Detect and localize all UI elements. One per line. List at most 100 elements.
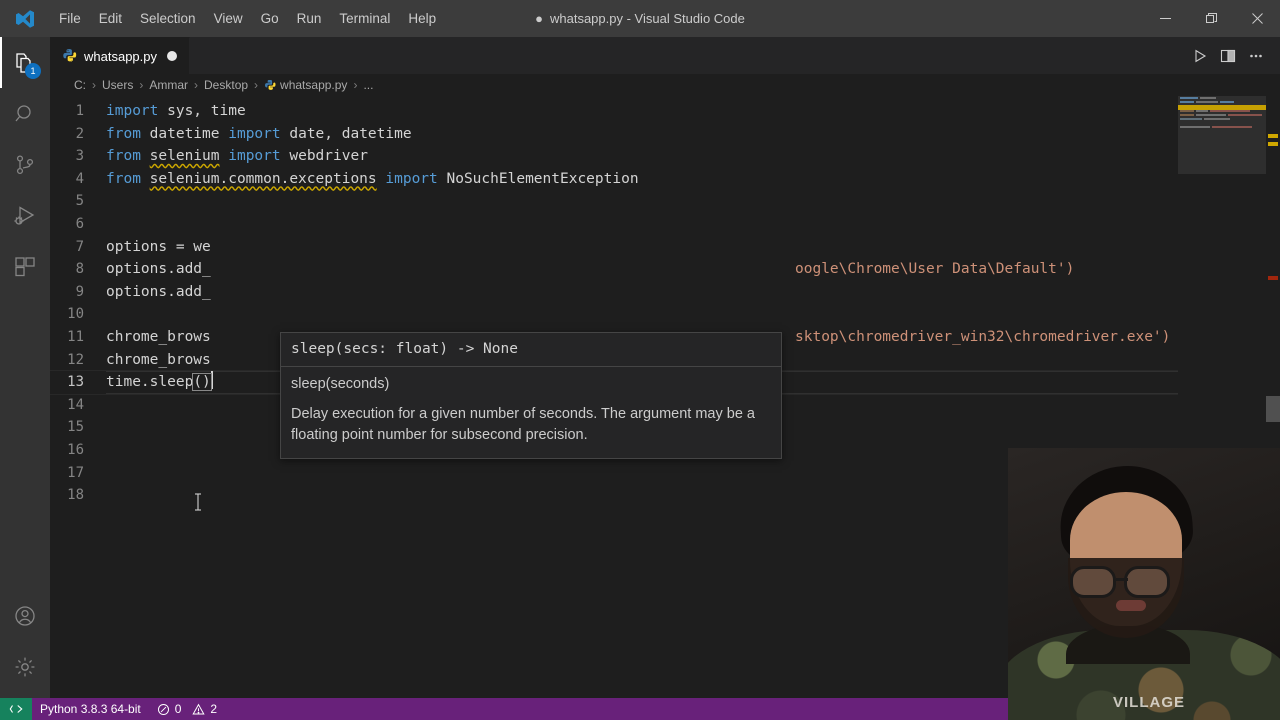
line-content: from datetime import date, datetime xyxy=(106,125,412,142)
text-caret xyxy=(210,371,213,390)
line8-tail: oogle\Chrome\User Data\Default') xyxy=(795,261,1075,278)
menu-help[interactable]: Help xyxy=(399,0,445,37)
code-line[interactable]: 3 from selenium import webdriver xyxy=(50,145,1280,168)
line-content: chrome_brows xyxy=(106,328,211,345)
breadcrumb-item-file[interactable]: whatsapp.py xyxy=(264,78,347,92)
line-number: 5 xyxy=(75,193,84,210)
menu-file[interactable]: File xyxy=(50,0,90,37)
status-python-version[interactable]: Python 3.8.3 64-bit xyxy=(32,698,149,720)
code-line[interactable]: 6 xyxy=(50,213,1280,236)
tab-dirty-indicator-icon[interactable] xyxy=(167,51,177,61)
line-number: 9 xyxy=(75,283,84,300)
sidebar-item-extensions[interactable] xyxy=(0,241,50,292)
breadcrumb-item-desktop[interactable]: Desktop xyxy=(204,78,248,92)
breadcrumb: C: › Users › Ammar › Desktop › whatsapp.… xyxy=(50,74,1280,96)
breadcrumb-separator-icon: › xyxy=(353,78,358,92)
scrollbar-thumb[interactable] xyxy=(1266,396,1280,422)
sidebar-item-source-control[interactable] xyxy=(0,139,50,190)
breadcrumb-item-symbols[interactable]: ... xyxy=(363,78,373,92)
play-icon[interactable] xyxy=(1186,42,1214,70)
error-icon xyxy=(157,703,170,716)
line-content: options.add_ xyxy=(106,261,211,278)
code-line[interactable]: 9 options.add_ xyxy=(50,281,1280,304)
warning-icon xyxy=(192,703,206,716)
line-number: 13 xyxy=(67,374,84,391)
breadcrumb-file-label: whatsapp.py xyxy=(280,78,348,92)
webcam-glasses-left-lens xyxy=(1070,566,1116,598)
breadcrumb-item-drive[interactable]: C: xyxy=(74,78,86,92)
tab-label: whatsapp.py xyxy=(84,48,157,64)
warning-count: 2 xyxy=(210,702,218,716)
close-button[interactable] xyxy=(1234,0,1280,37)
webcam-mouth xyxy=(1116,600,1146,611)
code-line[interactable]: 5 xyxy=(50,190,1280,213)
hover-body: sleep(seconds) Delay execution for a giv… xyxy=(281,367,781,458)
overview-warning-mark xyxy=(1268,134,1278,138)
line-number: 14 xyxy=(67,396,84,413)
tab-whatsapp-py[interactable]: whatsapp.py xyxy=(50,37,190,74)
line-number: 6 xyxy=(75,215,84,232)
breadcrumb-separator-icon: › xyxy=(254,78,259,92)
menu-view[interactable]: View xyxy=(205,0,252,37)
restore-button[interactable] xyxy=(1188,0,1234,37)
line-content: time.sleep() xyxy=(106,371,213,394)
minimap-highlight xyxy=(1178,105,1266,110)
breadcrumb-item-ammar[interactable]: Ammar xyxy=(149,78,188,92)
line-number: 3 xyxy=(75,148,84,165)
mouse-ibeam-cursor-icon xyxy=(193,492,203,512)
gear-icon[interactable] xyxy=(0,641,50,692)
vscode-logo-icon xyxy=(0,0,50,37)
line-number: 1 xyxy=(75,103,84,119)
menu-go[interactable]: Go xyxy=(252,0,288,37)
line-number: 4 xyxy=(75,170,84,187)
code-line[interactable]: 2 from datetime import date, datetime xyxy=(50,123,1280,146)
webcam-overlay: VILLAGE xyxy=(1008,448,1280,720)
line11-tail: sktop\chromedriver_win32\chromedriver.ex… xyxy=(795,328,1171,345)
activity-bar-bottom xyxy=(0,590,50,700)
line-content: options.add_ xyxy=(106,283,211,300)
python-file-icon xyxy=(63,49,77,62)
code-line[interactable]: 4 from selenium.common.exceptions import… xyxy=(50,168,1280,191)
breadcrumb-separator-icon: › xyxy=(194,78,199,92)
code-line[interactable]: 1 import sys, time xyxy=(50,100,1280,123)
tab-bar: whatsapp.py xyxy=(50,37,1280,74)
remote-window-icon[interactable] xyxy=(0,698,32,720)
split-editor-icon[interactable] xyxy=(1214,42,1242,70)
line-content: chrome_brows xyxy=(106,351,211,368)
breadcrumb-separator-icon: › xyxy=(139,78,144,92)
webcam-glasses-bridge xyxy=(1116,578,1128,581)
unsaved-indicator-icon: ● xyxy=(535,11,543,26)
code-line[interactable]: 7 options = we xyxy=(50,236,1280,259)
line-number: 18 xyxy=(67,487,84,504)
overview-error-mark xyxy=(1268,276,1278,280)
webcam-glasses-right-lens xyxy=(1124,566,1170,598)
window-controls xyxy=(1142,0,1280,37)
line-number: 10 xyxy=(67,306,84,323)
code-line[interactable]: 10 xyxy=(50,303,1280,326)
editor-actions xyxy=(1186,37,1280,74)
sidebar-item-run-and-debug[interactable] xyxy=(0,190,50,241)
webcam-shirt-text: VILLAGE xyxy=(1112,694,1185,711)
menu-selection[interactable]: Selection xyxy=(131,0,205,37)
ellipsis-icon[interactable] xyxy=(1242,42,1270,70)
window-title-text: whatsapp.py - Visual Studio Code xyxy=(549,11,745,26)
line-number: 16 xyxy=(67,441,84,458)
minimize-button[interactable] xyxy=(1142,0,1188,37)
hover-signature: sleep(secs: float) -> None xyxy=(281,333,781,367)
menu-edit[interactable]: Edit xyxy=(90,0,131,37)
menu-bar: File Edit Selection View Go Run Terminal… xyxy=(50,0,445,37)
status-problems[interactable]: 0 2 xyxy=(149,698,225,720)
code-line[interactable]: 8 options.add_ oogle\Chrome\User Data\De… xyxy=(50,258,1280,281)
menu-terminal[interactable]: Terminal xyxy=(330,0,399,37)
line-number: 2 xyxy=(75,125,84,142)
title-bar: File Edit Selection View Go Run Terminal… xyxy=(0,0,1280,37)
accounts-icon[interactable] xyxy=(0,590,50,641)
explorer-badge: 1 xyxy=(25,63,41,79)
activity-bar: 1 xyxy=(0,37,50,700)
sidebar-item-explorer[interactable]: 1 xyxy=(0,37,50,88)
menu-run[interactable]: Run xyxy=(288,0,331,37)
sidebar-item-search[interactable] xyxy=(0,88,50,139)
python-version-label: Python 3.8.3 64-bit xyxy=(40,702,141,716)
line-number: 15 xyxy=(67,419,84,436)
breadcrumb-item-users[interactable]: Users xyxy=(102,78,133,92)
